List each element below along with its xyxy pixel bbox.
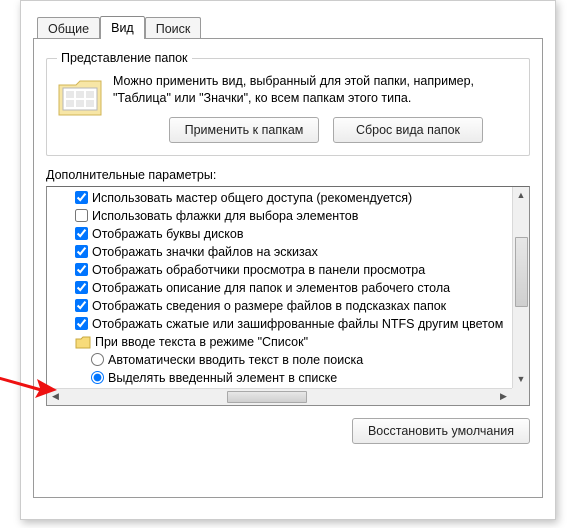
horizontal-scrollbar[interactable]: ◀ ▶	[47, 388, 512, 405]
apply-to-folders-button[interactable]: Применить к папкам	[169, 117, 319, 143]
advanced-settings-tree: Использовать мастер общего доступа (реко…	[46, 186, 530, 406]
folder-views-legend: Представление папок	[57, 51, 192, 65]
option-radio[interactable]	[91, 353, 104, 366]
tab-general[interactable]: Общие	[37, 17, 100, 39]
scroll-thumb-horizontal[interactable]	[227, 391, 307, 403]
option-checkbox[interactable]	[75, 281, 88, 294]
folder-views-group: Представление папок Можно применить вид,…	[46, 51, 530, 156]
option-label: Отображать значки файлов на эскизах	[92, 245, 318, 259]
tree-row: При вводе текста в режиме "Список"	[55, 333, 512, 351]
option-checkbox[interactable]	[75, 227, 88, 240]
folder-views-icon	[57, 75, 103, 117]
option-checkbox[interactable]	[75, 263, 88, 276]
option-group-label: При вводе текста в режиме "Список"	[95, 335, 308, 349]
option-checkbox[interactable]	[75, 209, 88, 222]
folder-icon	[75, 335, 91, 349]
tree-row: Выделять введенный элемент в списке	[55, 369, 512, 387]
tab-search[interactable]: Поиск	[145, 17, 202, 39]
tree-row: Использовать мастер общего доступа (реко…	[55, 189, 512, 207]
scroll-up-icon[interactable]: ▲	[513, 187, 529, 204]
option-checkbox[interactable]	[75, 245, 88, 258]
option-radio[interactable]	[91, 371, 104, 384]
option-label: Использовать мастер общего доступа (реко…	[92, 191, 412, 205]
option-label: Отображать обработчики просмотра в панел…	[92, 263, 425, 277]
tree-row: Отображать обработчики просмотра в панел…	[55, 261, 512, 279]
option-label: Отображать сжатые или зашифрованные файл…	[92, 317, 503, 331]
tree-row: Отображать сведения о размере файлов в п…	[55, 297, 512, 315]
reset-folder-views-button[interactable]: Сброс вида папок	[333, 117, 483, 143]
tab-panel-view: Представление папок Можно применить вид,…	[33, 38, 543, 498]
scroll-thumb-vertical[interactable]	[515, 237, 528, 307]
tab-view[interactable]: Вид	[100, 16, 145, 39]
tree-row: Отображать сжатые или зашифрованные файл…	[55, 315, 512, 333]
option-label: Автоматически вводить текст в поле поиск…	[108, 353, 363, 367]
vertical-scrollbar[interactable]: ▲ ▼	[512, 187, 529, 388]
scroll-right-icon[interactable]: ▶	[495, 389, 512, 405]
tree-row: Отображать значки файлов на эскизах	[55, 243, 512, 261]
option-checkbox[interactable]	[75, 191, 88, 204]
tree-row: Отображать описание для папок и элементо…	[55, 279, 512, 297]
scroll-down-icon[interactable]: ▼	[513, 371, 529, 388]
option-label: Отображать описание для папок и элементо…	[92, 281, 450, 295]
option-checkbox[interactable]	[75, 317, 88, 330]
advanced-settings-label: Дополнительные параметры:	[46, 168, 530, 182]
tree-row: Отображать буквы дисков	[55, 225, 512, 243]
option-label: Выделять введенный элемент в списке	[108, 371, 337, 385]
pointer-arrow	[0, 370, 57, 398]
tree-row: Использовать флажки для выбора элементов	[55, 207, 512, 225]
folder-views-description: Можно применить вид, выбранный для этой …	[113, 73, 519, 107]
tab-strip: Общие Вид Поиск	[37, 15, 543, 38]
option-label: Отображать сведения о размере файлов в п…	[92, 299, 446, 313]
option-checkbox[interactable]	[75, 299, 88, 312]
restore-defaults-button[interactable]: Восстановить умолчания	[352, 418, 530, 444]
tree-row: Автоматически вводить текст в поле поиск…	[55, 351, 512, 369]
option-label: Использовать флажки для выбора элементов	[92, 209, 358, 223]
folder-options-dialog: Общие Вид Поиск Представление папок Можн…	[20, 0, 556, 520]
option-label: Отображать буквы дисков	[92, 227, 244, 241]
scrollbar-corner	[512, 388, 529, 405]
